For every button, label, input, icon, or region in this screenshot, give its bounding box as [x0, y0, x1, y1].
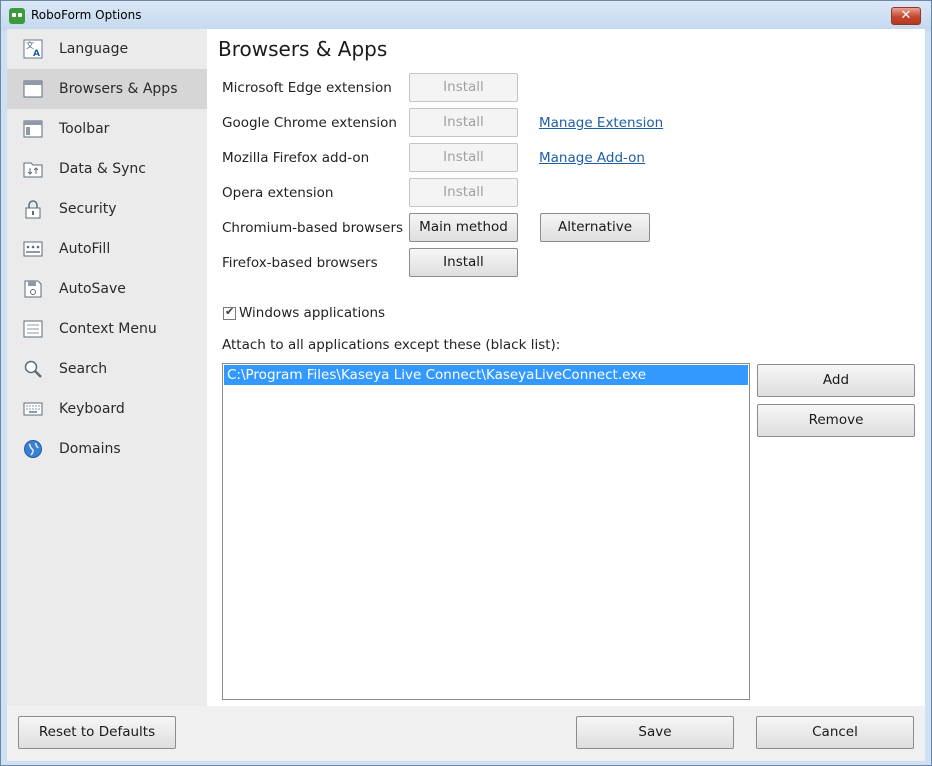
- client-area: 文 A Language Browsers & Apps Toolbar Dat…: [7, 29, 925, 761]
- list-item[interactable]: C:\Program Files\Kaseya Live Connect\Kas…: [224, 365, 748, 385]
- main-method-button[interactable]: Main method: [409, 213, 518, 242]
- sidebar-item-autosave[interactable]: AutoSave: [7, 269, 207, 309]
- title-bar[interactable]: RoboForm Options ✕: [1, 1, 931, 31]
- language-icon: 文 A: [23, 39, 43, 59]
- close-icon: ✕: [900, 8, 912, 23]
- edge-extension-label: Microsoft Edge extension: [222, 80, 392, 96]
- sidebar-item-label: Language: [59, 41, 129, 57]
- context-menu-icon: [23, 320, 43, 338]
- sidebar-item-label: Data & Sync: [59, 161, 146, 177]
- alternative-button[interactable]: Alternative: [540, 213, 650, 242]
- sidebar-item-browsers-apps[interactable]: Browsers & Apps: [7, 69, 207, 109]
- data-sync-icon: [23, 162, 43, 178]
- page-title: Browsers & Apps: [218, 37, 388, 61]
- sidebar-item-security[interactable]: Security: [7, 189, 207, 229]
- dialog-footer: Reset to Defaults Save Cancel: [7, 706, 925, 761]
- toolbar-icon: [23, 120, 43, 138]
- window-title: RoboForm Options: [31, 8, 142, 22]
- sidebar-item-domains[interactable]: Domains: [7, 429, 207, 469]
- windows-applications-checkbox[interactable]: [223, 305, 236, 320]
- sidebar-item-label: Context Menu: [59, 321, 157, 337]
- firefox-based-browsers-label: Firefox-based browsers: [222, 255, 378, 271]
- sidebar-item-keyboard[interactable]: Keyboard: [7, 389, 207, 429]
- reset-to-defaults-button[interactable]: Reset to Defaults: [18, 716, 176, 749]
- sidebar-item-label: AutoFill: [59, 241, 111, 257]
- browsers-apps-panel: Browsers & Apps Microsoft Edge extension…: [207, 29, 925, 706]
- sidebar-item-label: Browsers & Apps: [59, 81, 178, 97]
- sidebar-item-language[interactable]: 文 A Language: [7, 29, 207, 69]
- lock-icon: [25, 200, 41, 219]
- blacklist-caption: Attach to all applications except these …: [222, 337, 561, 353]
- windows-applications-label[interactable]: Windows applications: [239, 305, 385, 321]
- sidebar-item-toolbar[interactable]: Toolbar: [7, 109, 207, 149]
- sidebar-item-context-menu[interactable]: Context Menu: [7, 309, 207, 349]
- roboform-options-window: RoboForm Options ✕ 文 A Language Browsers…: [0, 0, 932, 766]
- floppy-disk-icon: [24, 280, 42, 298]
- roboform-app-icon: [9, 8, 25, 24]
- sidebar-item-label: Security: [59, 201, 117, 217]
- sidebar-item-autofill[interactable]: AutoFill: [7, 229, 207, 269]
- close-button[interactable]: ✕: [891, 7, 921, 25]
- manage-addon-link[interactable]: Manage Add-on: [539, 150, 645, 166]
- sidebar-item-data-sync[interactable]: Data & Sync: [7, 149, 207, 189]
- firefox-install-button: Install: [409, 143, 518, 172]
- sidebar-item-search[interactable]: Search: [7, 349, 207, 389]
- add-button[interactable]: Add: [757, 364, 915, 397]
- sidebar-nav: 文 A Language Browsers & Apps Toolbar Dat…: [7, 29, 207, 706]
- blacklist-listbox[interactable]: C:\Program Files\Kaseya Live Connect\Kas…: [222, 363, 750, 700]
- browser-window-icon: [23, 80, 43, 98]
- cancel-button[interactable]: Cancel: [756, 716, 914, 749]
- chrome-install-button: Install: [409, 108, 518, 137]
- opera-install-button: Install: [409, 178, 518, 207]
- remove-button[interactable]: Remove: [757, 404, 915, 437]
- keyboard-icon: [23, 402, 43, 416]
- firefox-based-install-button[interactable]: Install: [409, 248, 518, 277]
- sidebar-item-label: Keyboard: [59, 401, 125, 417]
- autofill-icon: [23, 241, 43, 257]
- svg-text:A: A: [33, 49, 40, 59]
- sidebar-item-label: Domains: [59, 441, 121, 457]
- sidebar-item-label: Search: [59, 361, 108, 377]
- sidebar-item-label: Toolbar: [59, 121, 110, 137]
- firefox-addon-label: Mozilla Firefox add-on: [222, 150, 370, 166]
- save-button[interactable]: Save: [576, 716, 734, 749]
- magnifier-icon: [24, 360, 42, 378]
- chromium-browsers-label: Chromium-based browsers: [222, 220, 404, 236]
- edge-install-button: Install: [409, 73, 518, 102]
- globe-icon: [24, 440, 42, 458]
- opera-extension-label: Opera extension: [222, 185, 334, 201]
- chrome-extension-label: Google Chrome extension: [222, 115, 397, 131]
- manage-extension-link[interactable]: Manage Extension: [539, 115, 663, 131]
- sidebar-item-label: AutoSave: [59, 281, 126, 297]
